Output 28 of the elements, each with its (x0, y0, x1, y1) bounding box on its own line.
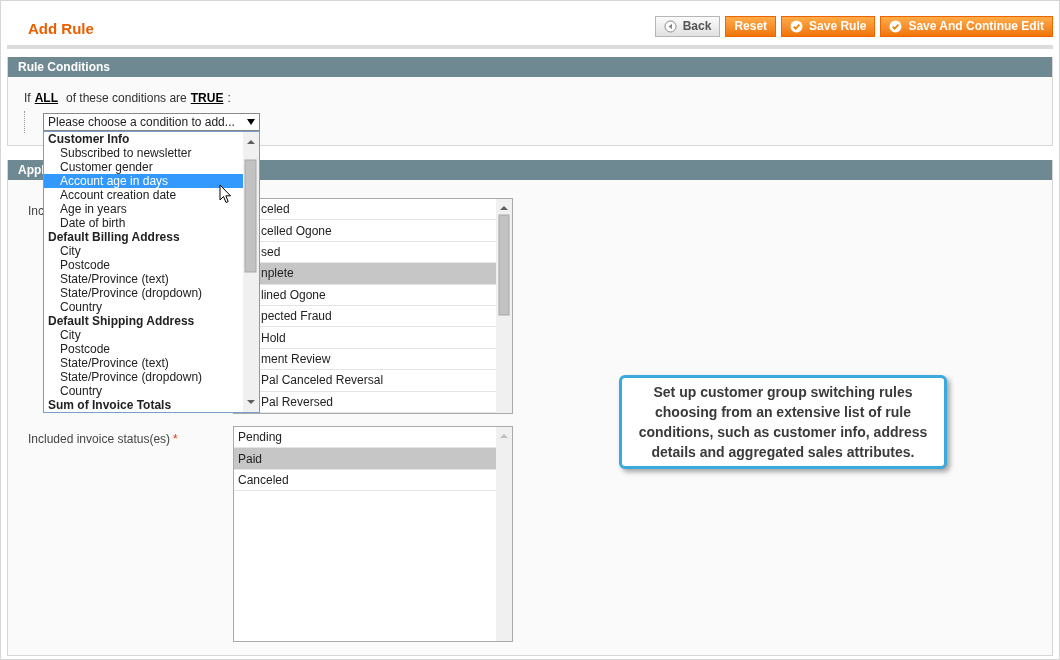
back-button[interactable]: Back (654, 15, 721, 37)
aggregator-link[interactable]: ALL (34, 89, 58, 107)
list-option[interactable]: Paid (234, 448, 496, 470)
field-label: Included invoice status(es) (28, 432, 171, 446)
multiselect-list[interactable]: Pending Paid Canceled (233, 426, 513, 642)
condition-text: If (24, 90, 31, 107)
scrollbar[interactable] (243, 132, 259, 412)
check-circle-icon (889, 19, 903, 33)
value-link[interactable]: TRUE (190, 89, 224, 107)
check-circle-icon (790, 19, 804, 33)
caret-down-icon (247, 119, 255, 125)
required-mark: * (173, 432, 178, 446)
callout-box: Set up customer group switching rules choosing from an extensive list of rule conditions, such as customer info, address details and aggregated sales attributes. (619, 375, 947, 469)
multiselect-list[interactable]: celed celled Ogone sed nplete lined Ogone pected Fraud Hold ment Review Pal Canceled Reversal Pal Reversed (233, 198, 513, 414)
dropdown-option[interactable]: Subscribed to newsletter (44, 146, 243, 160)
page-title: Add Rule (28, 18, 94, 39)
scrollbar[interactable] (496, 199, 512, 413)
section-header: Rule Conditions (8, 57, 1052, 77)
field-label: Inc (28, 204, 44, 218)
scrollbar[interactable] (496, 427, 512, 641)
condition-select[interactable]: Please choose a condition to add... (43, 113, 260, 131)
arrow-left-circle-icon (663, 19, 677, 33)
dropdown-list[interactable] (43, 131, 260, 413)
option-group: Customer Info (44, 132, 243, 146)
condition-text: of these conditions are (66, 90, 187, 107)
mouse-pointer-icon (219, 184, 232, 204)
condition-text: : (227, 90, 231, 107)
dropdown-option[interactable]: Customer gender (44, 160, 243, 174)
